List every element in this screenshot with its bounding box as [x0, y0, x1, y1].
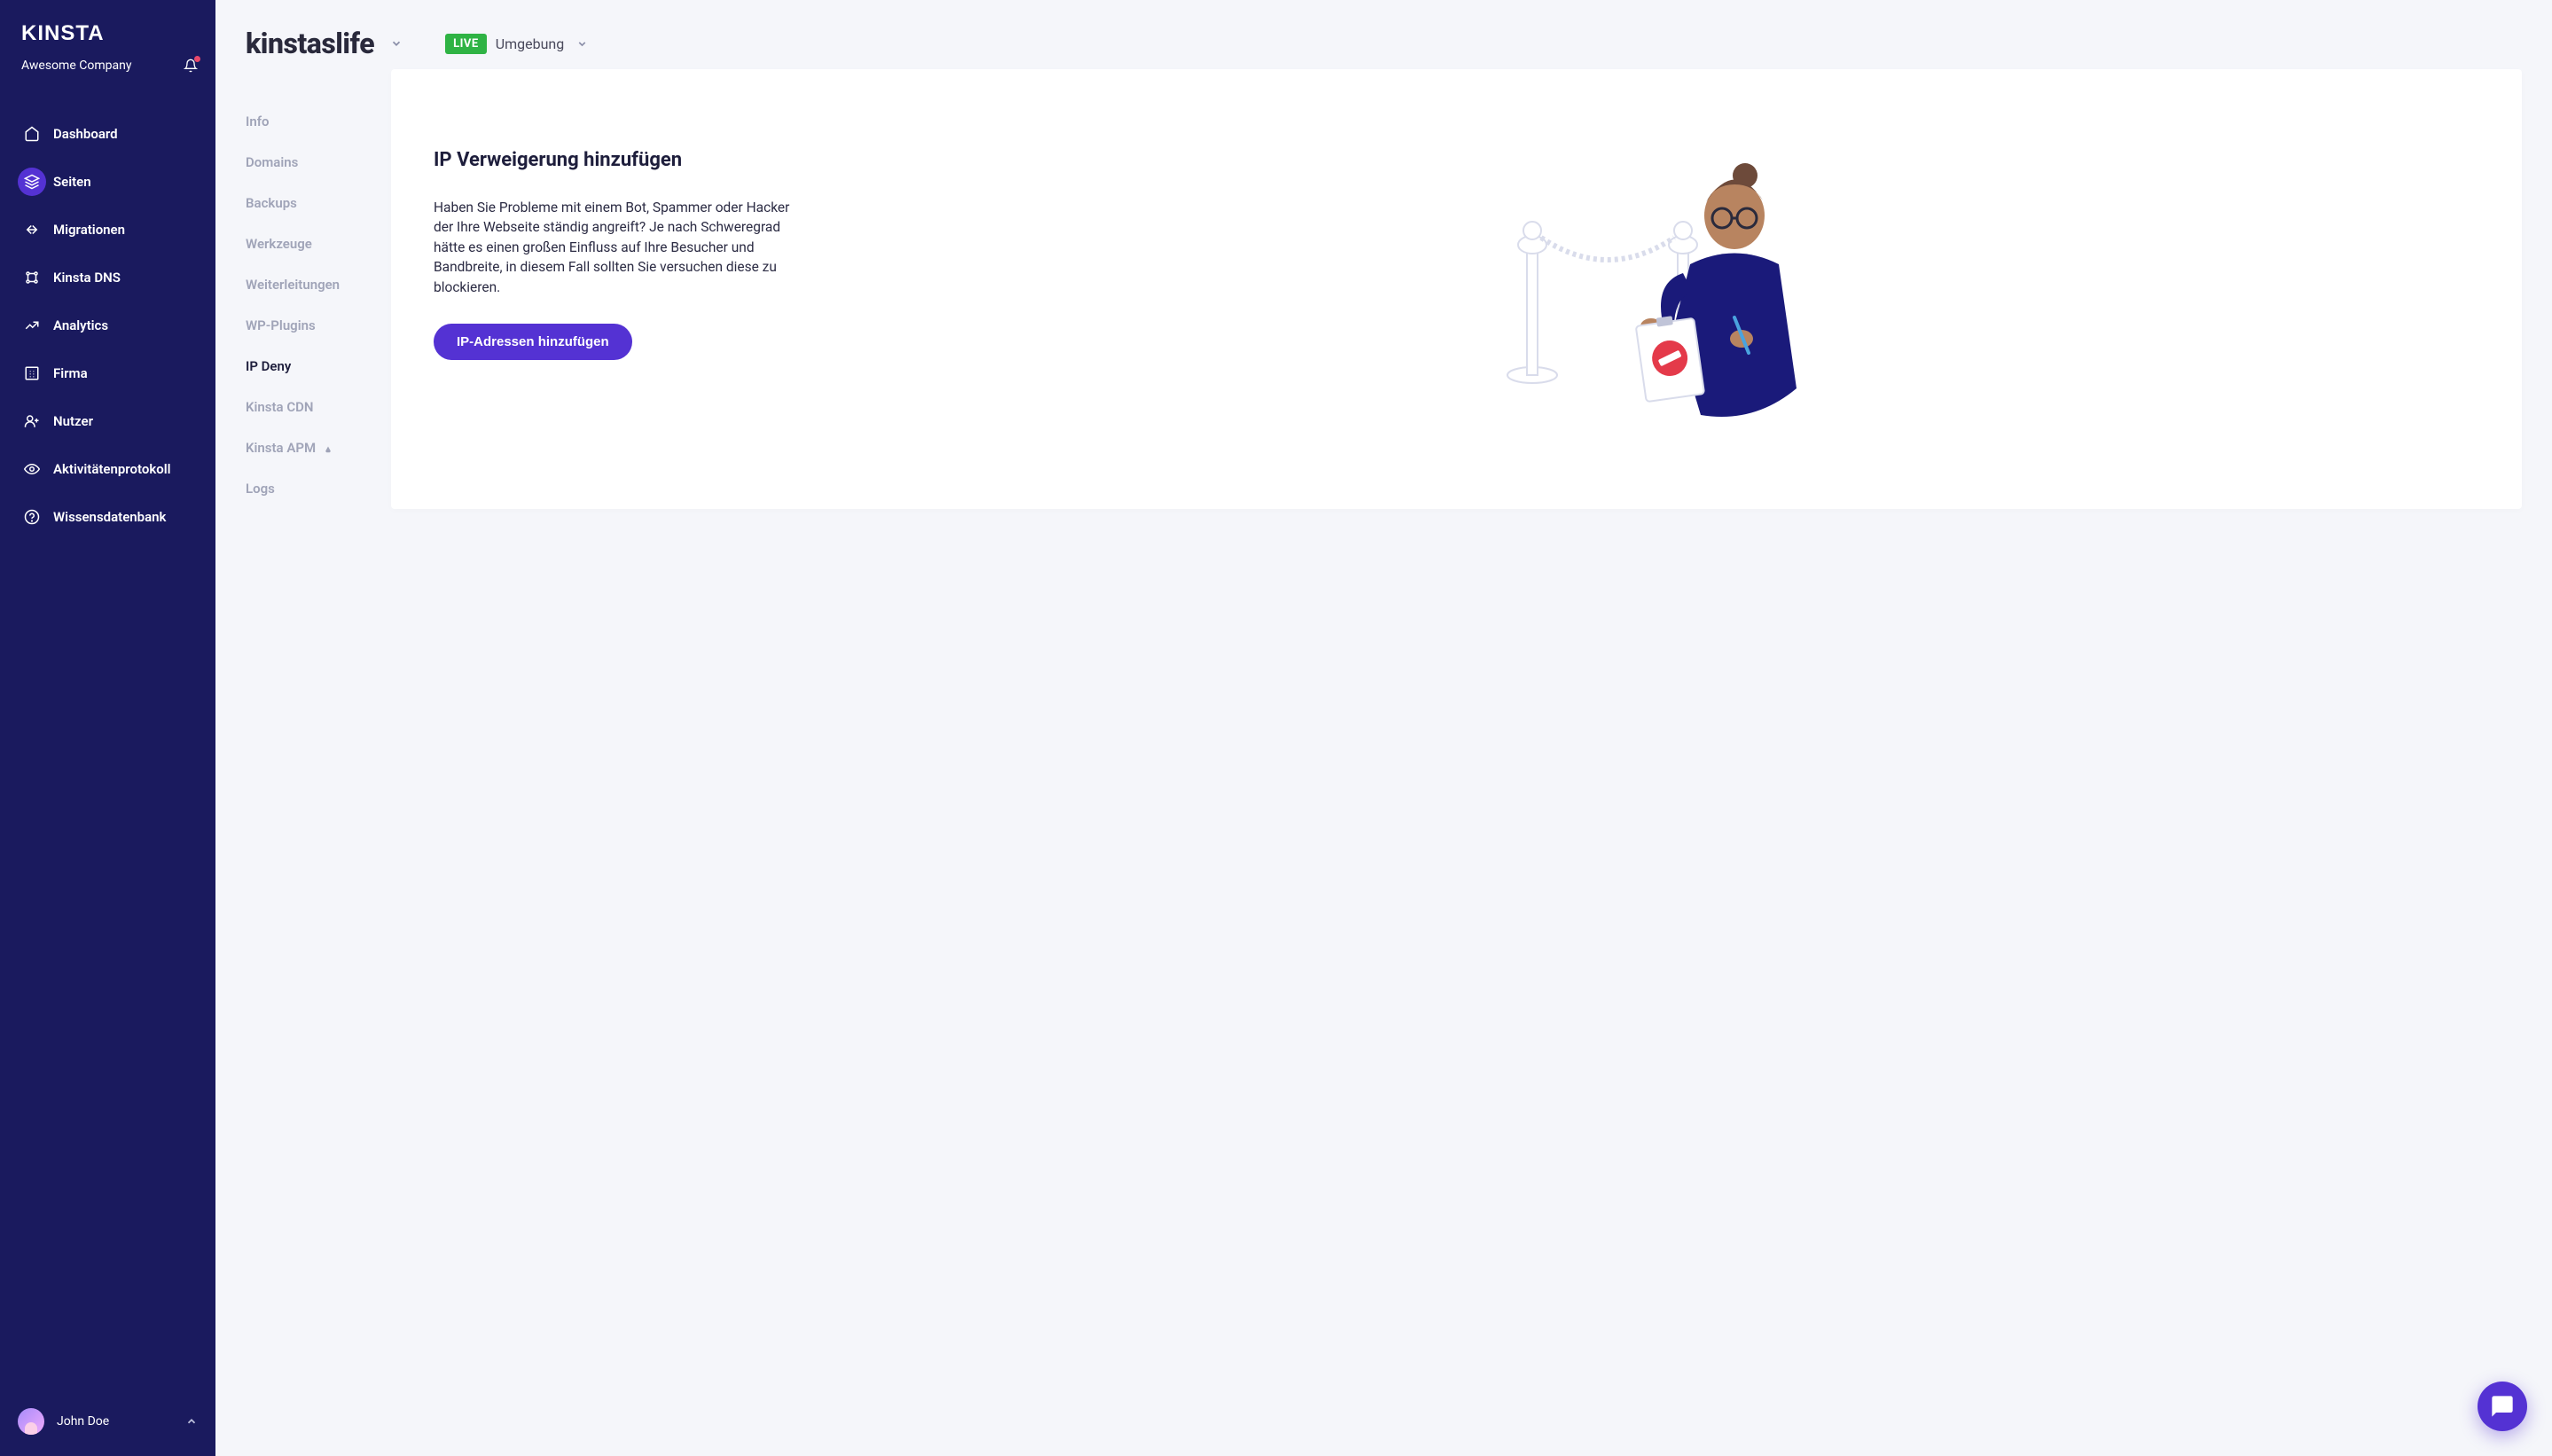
site-dropdown-chevron-icon[interactable]	[390, 37, 403, 50]
subnav-item-label: IP Deny	[246, 358, 291, 374]
main-nav: Dashboard Seiten Migrationen Kinsta DNS Anal…	[0, 110, 215, 1392]
layers-icon	[18, 168, 46, 196]
sidebar-header: KINSTA Awesome Company	[0, 0, 215, 83]
panel-text: IP Verweigerung hinzufügen Haben Sie Pro…	[434, 149, 806, 360]
subnav-item-label: Weiterleitungen	[246, 277, 340, 293]
site-subnav: Info Domains Backups Werkzeuge Weiterleitung…	[246, 69, 391, 509]
subnav-item-ipdeny[interactable]: IP Deny	[246, 346, 391, 387]
env-dropdown-chevron-icon[interactable]	[576, 38, 588, 50]
nav-item-label: Seiten	[53, 174, 91, 190]
nav-item-dns[interactable]: Kinsta DNS	[0, 254, 215, 301]
main-area: kinstaslife LIVE Umgebung Info Domains Bac…	[215, 0, 2552, 1456]
nav-item-label: Dashboard	[53, 126, 118, 142]
migrate-icon	[18, 215, 46, 244]
topbar: kinstaslife LIVE Umgebung	[215, 0, 2552, 69]
nav-item-firma[interactable]: Firma	[0, 349, 215, 397]
subnav-item-wpplugins[interactable]: WP-Plugins	[246, 305, 391, 346]
nav-item-analytics[interactable]: Analytics	[0, 301, 215, 349]
sidebar-footer: John Doe	[0, 1392, 215, 1456]
ip-deny-panel: IP Verweigerung hinzufügen Haben Sie Pro…	[391, 69, 2522, 509]
chat-icon	[2490, 1394, 2515, 1419]
notification-dot	[194, 56, 200, 62]
subnav-item-label: Kinsta APM	[246, 440, 316, 456]
nav-item-wissen[interactable]: Wissensdatenbank	[0, 493, 215, 541]
company-icon	[18, 359, 46, 387]
subnav-item-weiterleitungen[interactable]: Weiterleitungen	[246, 264, 391, 305]
subnav-item-label: Logs	[246, 481, 275, 497]
avatar	[18, 1408, 44, 1435]
eye-icon	[18, 455, 46, 483]
chat-fab[interactable]	[2478, 1382, 2527, 1431]
subnav-item-backups[interactable]: Backups	[246, 183, 391, 223]
illustration-bouncer	[842, 149, 2479, 424]
add-ip-button[interactable]: IP-Adressen hinzufügen	[434, 324, 632, 360]
nav-item-migrationen[interactable]: Migrationen	[0, 206, 215, 254]
user-menu[interactable]: John Doe	[18, 1408, 109, 1435]
nav-item-dashboard[interactable]: Dashboard	[0, 110, 215, 158]
nav-item-seiten[interactable]: Seiten	[0, 158, 215, 206]
nav-item-label: Migrationen	[53, 222, 125, 238]
site-name: kinstaslife	[246, 27, 374, 60]
brand-logo[interactable]: KINSTA	[21, 21, 198, 46]
beta-badge-icon	[323, 442, 333, 453]
env-label: Umgebung	[496, 35, 565, 52]
subnav-item-label: WP-Plugins	[246, 317, 316, 333]
nav-item-nutzer[interactable]: Nutzer	[0, 397, 215, 445]
subnav-item-logs[interactable]: Logs	[246, 468, 391, 509]
help-icon	[18, 503, 46, 531]
subnav-item-label: Backups	[246, 195, 297, 211]
chevron-up-icon[interactable]	[185, 1415, 198, 1428]
nav-item-label: Nutzer	[53, 413, 93, 429]
subnav-item-info[interactable]: Info	[246, 101, 391, 142]
content: Info Domains Backups Werkzeuge Weiterleitung…	[215, 69, 2552, 539]
subnav-item-label: Domains	[246, 154, 298, 170]
subnav-item-cdn[interactable]: Kinsta CDN	[246, 387, 391, 427]
subnav-item-label: Werkzeuge	[246, 236, 312, 252]
nav-item-label: Wissensdatenbank	[53, 509, 166, 525]
company-name: Awesome Company	[21, 59, 131, 73]
sidebar: KINSTA Awesome Company Dashboard Seiten Mi…	[0, 0, 215, 1456]
subnav-item-apm[interactable]: Kinsta APM	[246, 427, 391, 468]
subnav-item-werkzeuge[interactable]: Werkzeuge	[246, 223, 391, 264]
company-row: Awesome Company	[21, 59, 198, 73]
subnav-item-domains[interactable]: Domains	[246, 142, 391, 183]
nav-item-label: Aktivitätenprotokoll	[53, 461, 171, 477]
panel-title: IP Verweigerung hinzufügen	[434, 149, 806, 171]
user-name: John Doe	[57, 1414, 109, 1429]
notification-bell-icon[interactable]	[184, 59, 198, 73]
subnav-item-label: Kinsta CDN	[246, 399, 314, 415]
trend-icon	[18, 311, 46, 340]
nav-item-label: Analytics	[53, 317, 108, 333]
env-badge: LIVE	[445, 34, 487, 54]
panel-body: Haben Sie Probleme mit einem Bot, Spamme…	[434, 198, 806, 297]
nav-item-label: Firma	[53, 365, 88, 381]
home-icon	[18, 120, 46, 148]
dns-icon	[18, 263, 46, 292]
subnav-item-label: Info	[246, 114, 270, 129]
nav-item-protokoll[interactable]: Aktivitätenprotokoll	[0, 445, 215, 493]
user-plus-icon	[18, 407, 46, 435]
nav-item-label: Kinsta DNS	[53, 270, 121, 286]
